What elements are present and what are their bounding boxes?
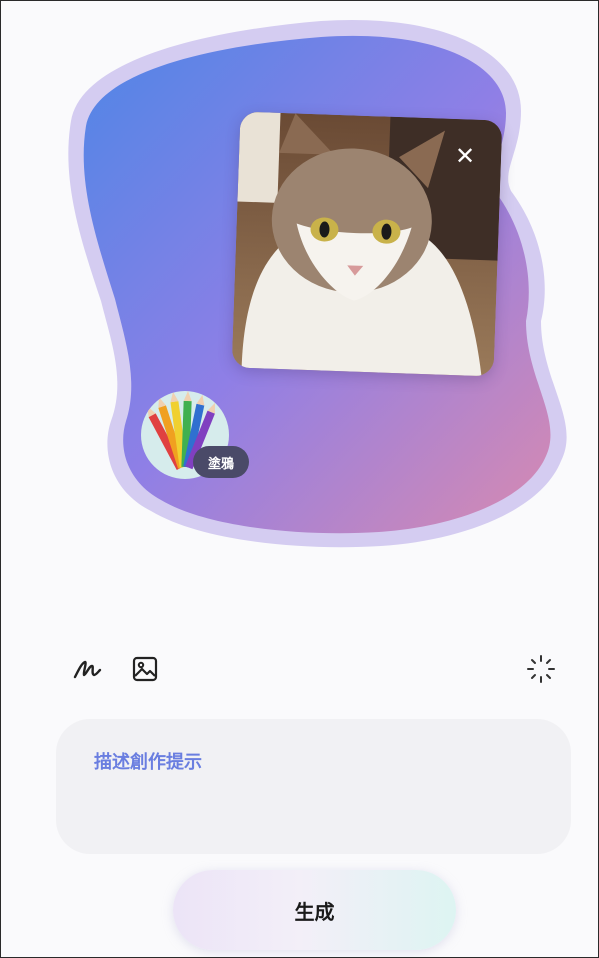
draw-button[interactable] [67, 649, 107, 689]
pen-scribble-icon [73, 660, 102, 679]
prompt-container [56, 719, 571, 854]
close-icon: ✕ [454, 142, 476, 170]
remove-photo-button[interactable]: ✕ [446, 137, 484, 175]
generate-button[interactable]: 生成 [173, 870, 456, 950]
drawing-canvas[interactable]: ✕ 塗鴉 [1, 1, 598, 621]
image-icon [132, 656, 158, 682]
app-screen: ✕ 塗鴉 描述創作提示 生成 [0, 0, 599, 958]
insert-image-button[interactable] [125, 649, 165, 689]
style-label[interactable]: 塗鴉 [193, 446, 249, 478]
prompt-input[interactable] [94, 745, 534, 779]
ai-suggest-button[interactable] [521, 649, 561, 689]
sparkle-icon [527, 655, 555, 683]
input-toolbar [1, 649, 598, 693]
